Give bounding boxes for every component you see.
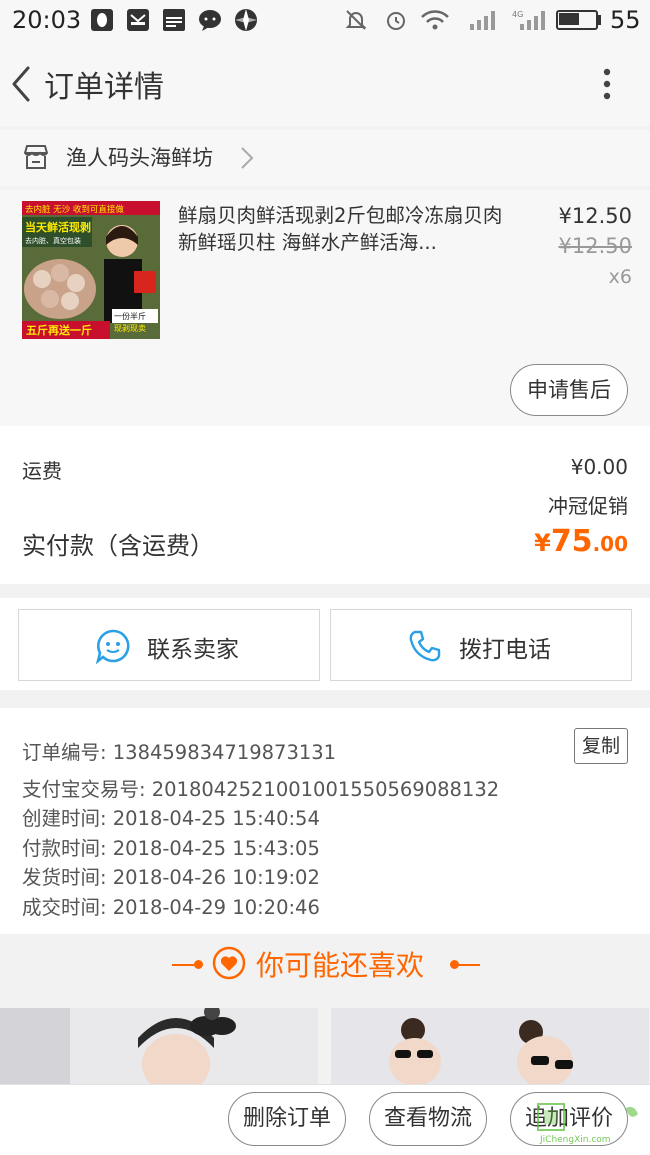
paid-amount: ¥75.00 (440, 524, 628, 559)
thumb-top-text: 去内脏 无沙 收到可直接做 (25, 204, 124, 215)
watermark-text: JiChengXin.com (539, 1135, 611, 1144)
alarm-icon (387, 12, 405, 30)
product-quantity: x6 (608, 266, 632, 288)
view-logistics-button[interactable]: 查看物流 (369, 1092, 487, 1146)
recommended-product-2[interactable] (331, 1008, 649, 1086)
back-icon[interactable] (6, 64, 34, 104)
shipping-value: ¥0.00 (570, 455, 628, 479)
status-time: 20:03 (12, 6, 82, 34)
store-icon (24, 145, 48, 169)
aftersale-button[interactable]: 申请售后 (510, 364, 628, 416)
recommended-product-1[interactable] (0, 1008, 318, 1086)
order-number: 订单编号: 1384598347198731​31 (22, 741, 337, 764)
heart-icon (212, 946, 246, 980)
page-title: 订单详情 (44, 70, 164, 105)
divider-dot-left (194, 960, 203, 969)
product-title[interactable]: 鲜扇贝肉鲜活现剥2斤包邮冷冻扇贝肉新鲜瑶贝柱 海鲜水产鲜活海... (178, 202, 518, 256)
call-phone-button[interactable]: 拨打电话 (330, 609, 632, 681)
paid-label: 实付款（含运费） (22, 532, 214, 560)
shipped-time: 发货时间: 2018-04-26 10:19:02 (22, 866, 320, 889)
paid-integer: 75 (550, 524, 593, 559)
created-time: 创建时间: 2018-04-25 15:40:54 (22, 807, 320, 830)
thumb-badge-text: 一份半斤 (114, 311, 146, 321)
more-icon[interactable] (592, 66, 622, 102)
battery-tip (598, 15, 601, 25)
chat-icon (199, 10, 221, 31)
thumb-bottom-text: 五斤再送一斤 (26, 323, 92, 337)
contact-seller-label: 联系卖家 (147, 637, 239, 663)
product-price: ¥12.50 (558, 204, 632, 228)
alipay-trade-number: 支付宝交易号: 2018042521001001550569088132 (22, 778, 500, 801)
news-icon (163, 9, 185, 31)
mute-icon (345, 10, 367, 30)
product-original-price: ¥12.50 (558, 234, 632, 258)
battery-percent: 55 (610, 6, 641, 34)
signal-4g-icon: 4G (512, 10, 545, 30)
contact-seller-button[interactable]: 联系卖家 (18, 609, 320, 681)
phone-icon (409, 630, 441, 662)
chevron-right-icon (241, 147, 254, 169)
watermark-logo: JiChengXin.com (537, 1103, 638, 1144)
recommend-title: 你可能还喜欢 (256, 949, 425, 982)
paid-currency: ¥ (534, 529, 551, 557)
browser-icon (235, 9, 257, 31)
thumb-sub-text: 去内脏、真空包装 (25, 236, 81, 245)
network-label: 4G (512, 10, 523, 19)
store-name[interactable]: 渔人码头海鲜坊 (66, 142, 213, 172)
paid-time: 付款时间: 2018-04-25 15:43:05 (22, 837, 320, 860)
battery-fill (559, 13, 579, 25)
thumb-sig-text: 现剥现卖 (114, 324, 146, 333)
delete-order-button[interactable]: 删除订单 (228, 1092, 346, 1146)
promo-label: 冲冠促销 (548, 494, 628, 518)
wifi-icon (421, 10, 449, 30)
shipping-label: 运费 (22, 459, 62, 483)
copy-button[interactable]: 复制 (574, 728, 628, 764)
paid-decimal: .00 (592, 532, 628, 556)
thumb-mid-text: 当天鲜活现剥 (25, 220, 91, 234)
signal-icon (470, 11, 495, 30)
call-phone-label: 拨打电话 (459, 637, 551, 663)
chat-bubble-icon (95, 629, 130, 664)
completed-time: 成交时间: 2018-04-29 10:20:46 (22, 896, 320, 919)
mail-icon (127, 9, 149, 31)
divider-right (454, 964, 480, 966)
qq-icon (91, 9, 113, 31)
product-thumbnail[interactable]: 去内脏 无沙 收到可直接做 当天鲜活现剥 去内脏、真空包装 一份半斤 现剥现卖 … (22, 201, 160, 339)
